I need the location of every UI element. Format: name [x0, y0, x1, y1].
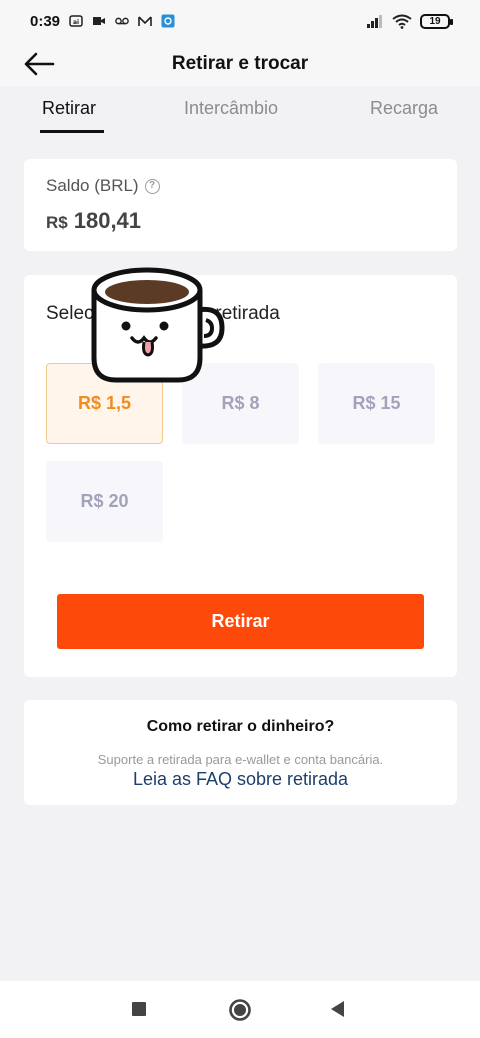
balance-amount: 180,41: [73, 208, 142, 233]
battery-icon: 19: [420, 13, 453, 29]
signal-icon: [367, 15, 382, 28]
status-left: 0:39 ai: [30, 13, 175, 30]
tab-recarga[interactable]: Recarga: [370, 98, 438, 119]
faq-link[interactable]: Leia as FAQ sobre retirada: [133, 769, 348, 790]
balance-card: Saldo (BRL) ? R$ 180,41: [24, 159, 457, 251]
balance-label: Saldo (BRL): [46, 176, 139, 195]
circle-icon: [229, 999, 251, 1021]
info-card: Como retirar o dinheiro? Suporte a retir…: [24, 700, 457, 805]
mail-icon: [138, 16, 152, 26]
active-tab-indicator: [40, 130, 104, 133]
amount-option-20[interactable]: R$ 20: [46, 461, 163, 542]
back-nav-button[interactable]: [329, 1000, 347, 1018]
tab-intercambio[interactable]: Intercâmbio: [184, 98, 278, 119]
recents-button[interactable]: [131, 1001, 147, 1017]
info-subtitle: Suporte a retirada para e-wallet e conta…: [97, 752, 384, 767]
square-icon: [132, 1002, 146, 1016]
balance-label-row: Saldo (BRL) ?: [46, 176, 435, 196]
video-icon: [93, 17, 106, 25]
home-button[interactable]: [228, 998, 252, 1022]
back-button[interactable]: [22, 48, 56, 80]
triangle-back-icon: [331, 1001, 344, 1017]
help-icon[interactable]: ?: [144, 178, 160, 194]
wifi-icon: [392, 14, 412, 29]
system-nav-bar: [0, 981, 480, 1038]
page-title: Retirar e trocar: [171, 53, 309, 74]
app-header: Retirar e trocar: [0, 42, 480, 86]
balance-currency: R$: [46, 213, 68, 232]
status-bar: 0:39 ai 19: [0, 0, 480, 42]
status-right: 19: [366, 13, 453, 29]
app-notification-icon: [161, 14, 175, 28]
tab-retirar[interactable]: Retirar: [42, 98, 96, 119]
amount-option-15[interactable]: R$ 15: [318, 363, 435, 444]
withdraw-button[interactable]: Retirar: [57, 594, 424, 649]
back-arrow-icon: [24, 52, 55, 76]
voicemail-icon: [115, 17, 129, 25]
notification-icon: ai: [69, 15, 83, 27]
battery-level: 19: [429, 15, 441, 27]
coffee-mug-icon: [91, 267, 225, 383]
svg-text:ai: ai: [73, 19, 79, 26]
coffee-mug-widget[interactable]: [86, 262, 232, 392]
info-title: Como retirar o dinheiro?: [146, 718, 335, 735]
status-time: 0:39: [30, 12, 61, 30]
balance-value: R$ 180,41: [46, 208, 435, 234]
